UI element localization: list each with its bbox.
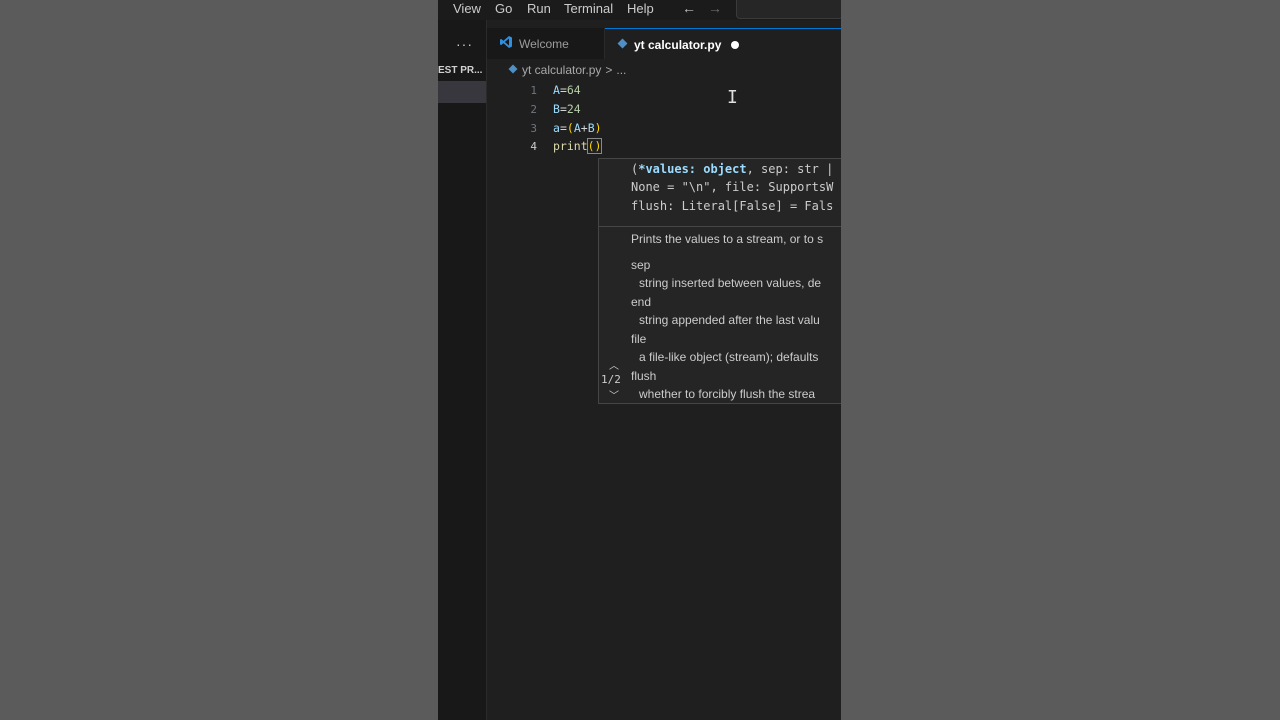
menu-run[interactable]: Run <box>527 1 551 16</box>
forward-arrow-icon[interactable]: → <box>708 0 722 16</box>
code-line-2[interactable]: B=24 <box>553 102 581 116</box>
signature-divider <box>599 226 841 227</box>
menu-go[interactable]: Go <box>495 1 512 16</box>
param-name: sep <box>631 258 651 272</box>
explorer-selected-item[interactable] <box>438 81 486 103</box>
breadcrumb: yt calculator.py > ... <box>508 63 626 77</box>
menu-view[interactable]: View <box>453 1 481 16</box>
code-line-3[interactable]: a=(A+B) <box>553 121 602 135</box>
explorer-section-title[interactable]: EST PR... <box>438 65 482 76</box>
signature-pager-count: 1/2 <box>601 373 621 386</box>
explorer-panel: ··· EST PR... <box>438 20 487 720</box>
param-desc: a file-like object (stream); defaults <box>639 350 819 364</box>
text-cursor-icon: I <box>727 87 738 108</box>
chevron-down-icon[interactable]: ﹀ <box>609 387 619 402</box>
more-actions-icon[interactable]: ··· <box>456 36 473 52</box>
python-file-icon <box>508 63 518 77</box>
unsaved-dot-icon[interactable] <box>731 40 740 49</box>
menu-help[interactable]: Help <box>627 1 654 16</box>
back-arrow-icon[interactable]: ← <box>682 0 696 16</box>
breadcrumb-tail[interactable]: ... <box>616 63 626 77</box>
line-number: 1 <box>530 84 537 97</box>
command-center[interactable] <box>736 0 841 19</box>
tab-welcome-label: Welcome <box>519 36 569 51</box>
code-line-1[interactable]: A=64 <box>553 83 581 97</box>
line-number: 2 <box>530 103 537 116</box>
line-number-active: 4 <box>530 140 537 153</box>
python-file-icon <box>617 38 628 52</box>
signature-description: Prints the values to a stream, or to s <box>631 232 824 246</box>
breadcrumb-separator: > <box>605 63 613 77</box>
breadcrumb-file[interactable]: yt calculator.py <box>522 63 601 77</box>
param-name: end <box>631 295 652 309</box>
tab-yt-calculator[interactable]: yt calculator.py <box>605 28 841 60</box>
signature-help-popup[interactable]: ︿ 1/2 ﹀ (*values: object, sep: str | Non… <box>598 158 841 404</box>
right-letterbox <box>841 0 1280 720</box>
menu-bar: View Go Run Terminal Help ← → <box>438 0 841 20</box>
signature-line-3: flush: Literal[False] = Fals <box>631 199 834 213</box>
tab-yt-calculator-label: yt calculator.py <box>634 37 722 52</box>
code-line-4[interactable]: print() <box>553 138 603 154</box>
param-desc: string appended after the last valu <box>639 313 820 327</box>
menu-terminal[interactable]: Terminal <box>564 1 613 16</box>
tab-bar: Welcome yt calculator.py <box>487 28 841 60</box>
chevron-up-icon[interactable]: ︿ <box>609 357 619 372</box>
vscode-icon <box>499 35 513 52</box>
left-letterbox <box>0 0 438 720</box>
vscode-window: View Go Run Terminal Help ← → ··· EST PR… <box>438 0 841 720</box>
tab-welcome[interactable]: Welcome <box>487 28 605 59</box>
param-desc: whether to forcibly flush the strea <box>639 387 816 401</box>
signature-line-2: None = "\n", file: SupportsW <box>631 180 834 194</box>
signature-line-1: (*values: object, sep: str | <box>631 162 834 176</box>
param-name: file <box>631 332 647 346</box>
line-number: 3 <box>530 122 537 135</box>
param-name: flush <box>631 369 657 383</box>
param-desc: string inserted between values, de <box>639 276 822 290</box>
